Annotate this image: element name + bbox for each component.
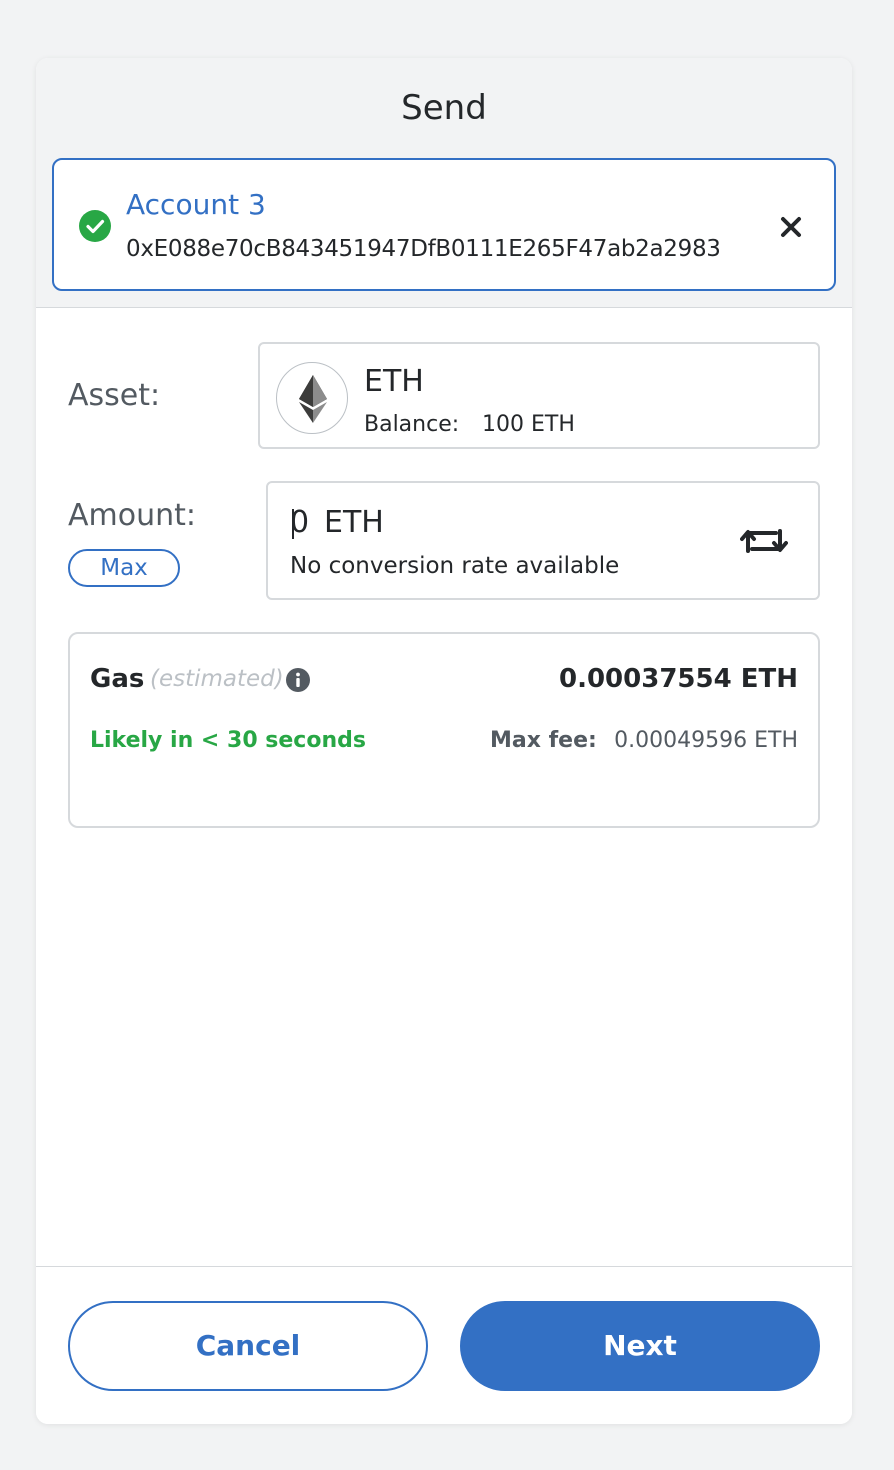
gas-fee-box: Gas (estimated) 0.00037554 ETH Likely in… — [68, 632, 820, 828]
ethereum-icon — [276, 362, 348, 434]
swap-icon[interactable] — [740, 521, 788, 561]
gas-estimated-label: (estimated) — [150, 666, 284, 692]
text-cursor — [292, 509, 294, 539]
cancel-button[interactable]: Cancel — [68, 1301, 428, 1391]
footer-actions: Cancel Next — [36, 1266, 852, 1424]
asset-name: ETH — [364, 364, 424, 399]
amount-field-container: ETH No conversion rate available — [266, 481, 820, 600]
amount-input[interactable] — [290, 505, 320, 540]
send-panel: Send Account 3 0xE088e70cB843451947DfB01… — [36, 58, 852, 1424]
check-circle-icon — [79, 210, 111, 242]
max-fee-value: 0.00049596 ETH — [614, 728, 798, 753]
gas-title: Gas — [90, 664, 145, 694]
conversion-rate-text: No conversion rate available — [290, 553, 620, 579]
max-button[interactable]: Max — [68, 549, 180, 587]
gas-time-estimate: Likely in < 30 seconds — [90, 728, 366, 753]
asset-selector[interactable]: ETH Balance: 100 ETH — [258, 342, 820, 449]
recipient-name: Account 3 — [126, 188, 266, 221]
amount-label: Amount: — [68, 498, 196, 533]
next-button[interactable]: Next — [460, 1301, 820, 1391]
clear-recipient-close-icon[interactable] — [774, 210, 808, 244]
recipient-card: Account 3 0xE088e70cB843451947DfB0111E26… — [52, 158, 836, 291]
asset-label: Asset: — [68, 378, 161, 413]
asset-balance-label: Balance: — [364, 412, 460, 437]
send-header: Send Account 3 0xE088e70cB843451947DfB01… — [36, 58, 852, 308]
recipient-address: 0xE088e70cB843451947DfB0111E265F47ab2a29… — [126, 236, 721, 262]
page-title: Send — [401, 88, 487, 128]
info-icon[interactable] — [286, 668, 310, 692]
gas-amount: 0.00037554 ETH — [558, 664, 798, 694]
max-fee-label: Max fee: — [490, 728, 597, 753]
asset-balance-value: 100 ETH — [482, 412, 575, 437]
amount-unit: ETH — [324, 505, 384, 540]
